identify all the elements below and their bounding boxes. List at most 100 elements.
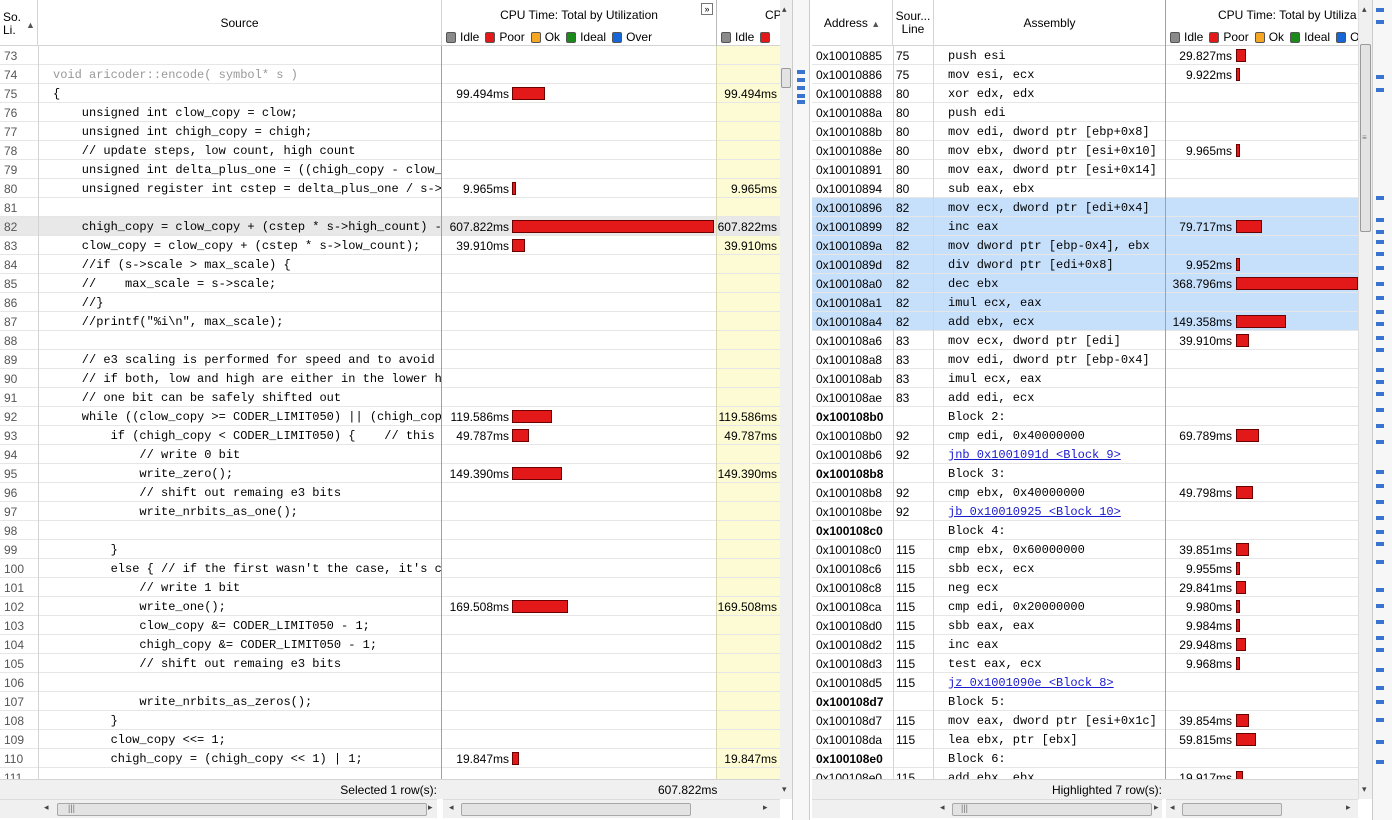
scroll-up-icon[interactable]: ▴ bbox=[1362, 4, 1367, 15]
line-column-header[interactable]: So. Li. ▲ bbox=[0, 0, 38, 46]
source-row[interactable]: 99 } bbox=[0, 540, 780, 559]
source-row[interactable]: 89 // e3 scaling is performed for speed … bbox=[0, 350, 780, 369]
scroll-right-icon[interactable]: ▸ bbox=[763, 802, 768, 813]
source-row[interactable]: 90 // if both, low and high are either i… bbox=[0, 369, 780, 388]
source-row[interactable]: 75 {99.494ms 99.494ms bbox=[0, 84, 780, 103]
assembly-hscrollbar[interactable]: ◂ ||| ▸ bbox=[812, 799, 1162, 818]
source-row[interactable]: 110 chigh_copy = (chigh_copy << 1) | 1; 1… bbox=[0, 749, 780, 768]
source-row[interactable]: 109 clow_copy <<= 1; bbox=[0, 730, 780, 749]
assembly-instruction: push edi bbox=[948, 106, 1006, 120]
assembly-instruction: neg ecx bbox=[948, 581, 999, 595]
cpu-hscrollbar[interactable]: ◂ ▸ bbox=[443, 799, 780, 818]
source-row[interactable]: 105 // shift out remaing e3 bits bbox=[0, 654, 780, 673]
source-line-column-header[interactable]: Sour... Line bbox=[893, 0, 934, 46]
jump-target-link[interactable]: jnb 0x1001091d <Block 9> bbox=[948, 448, 1121, 462]
source-row[interactable]: 87 //printf("%i\n", max_scale); bbox=[0, 312, 780, 331]
address-value: 0x100108ca bbox=[816, 600, 882, 614]
source-vscrollbar[interactable]: ▴ ▾ bbox=[780, 0, 792, 799]
source-row[interactable]: 107 write_nrbits_as_zeros(); bbox=[0, 692, 780, 711]
assembly-instruction: mov eax, dword ptr [esi+0x14] bbox=[948, 163, 1157, 177]
source-row[interactable]: 74 void aricoder::encode( symbol* s ) bbox=[0, 65, 780, 84]
source-row[interactable]: 77 unsigned int chigh_copy = chigh; bbox=[0, 122, 780, 141]
scroll-left-icon[interactable]: ◂ bbox=[449, 802, 454, 813]
jump-target-link[interactable]: jz 0x1001090e <Block 8> bbox=[948, 676, 1114, 690]
cpu-time-column-header[interactable]: CPU Time: Total by Utilization » Idle Poo… bbox=[442, 0, 717, 46]
source-row[interactable]: 104 chigh_copy &= CODER_LIMIT050 - 1; bbox=[0, 635, 780, 654]
assembly-overview-strip[interactable] bbox=[1372, 0, 1392, 820]
source-row[interactable]: 82 chigh_copy = clow_copy + (cstep * s->… bbox=[0, 217, 780, 236]
source-row[interactable]: 80 unsigned register int cstep = delta_p… bbox=[0, 179, 780, 198]
source-row[interactable]: 96 // shift out remaing e3 bits bbox=[0, 483, 780, 502]
address-value: 0x1001088a bbox=[816, 106, 883, 120]
assembly-vscroll-thumb[interactable]: ≡ bbox=[1360, 44, 1371, 232]
source-code: // shift out remaing e3 bits bbox=[53, 486, 342, 500]
source-row[interactable]: 101 // write 1 bit bbox=[0, 578, 780, 597]
legend-item-poor[interactable]: Poor bbox=[1209, 31, 1249, 44]
source-row[interactable]: 88 bbox=[0, 331, 780, 350]
source-row[interactable]: 78 // update steps, low count, high coun… bbox=[0, 141, 780, 160]
scroll-right-icon[interactable]: ▸ bbox=[1346, 802, 1351, 813]
legend-item-over[interactable]: Over bbox=[612, 31, 652, 44]
scroll-right-icon[interactable]: ▸ bbox=[428, 802, 433, 813]
legend-item-ideal[interactable]: Ideal bbox=[1290, 31, 1330, 44]
assembly-vscrollbar[interactable]: ▴ ≡ ▾ bbox=[1358, 0, 1372, 799]
cpu-time-bar bbox=[512, 429, 529, 442]
legend-item-ideal[interactable]: Ideal bbox=[566, 31, 606, 44]
source-row[interactable]: 91 // one bit can be safely shifted out bbox=[0, 388, 780, 407]
assembly-instruction: mov dword ptr [ebp-0x4], ebx bbox=[948, 239, 1150, 253]
assembly-column-header[interactable]: Assembly bbox=[934, 0, 1166, 46]
source-row[interactable]: 111 bbox=[0, 768, 780, 779]
source-row[interactable]: 106 bbox=[0, 673, 780, 692]
source-row[interactable]: 76 unsigned int clow_copy = clow; bbox=[0, 103, 780, 122]
source-row[interactable]: 79 unsigned int delta_plus_one = ((chigh… bbox=[0, 160, 780, 179]
line-number: 111 bbox=[4, 771, 23, 779]
legend-item-over[interactable]: Over bbox=[1336, 31, 1358, 44]
scroll-left-icon[interactable]: ◂ bbox=[44, 802, 49, 813]
source-row[interactable]: 73 bbox=[0, 46, 780, 65]
legend-item-idle[interactable]: Idle bbox=[1170, 31, 1203, 44]
assembly-hscroll-thumb[interactable]: ||| bbox=[952, 803, 1152, 816]
source-row[interactable]: 108 } bbox=[0, 711, 780, 730]
source-row[interactable]: 86 //} bbox=[0, 293, 780, 312]
source-row[interactable]: 85 // max_scale = s->scale; bbox=[0, 274, 780, 293]
scroll-right-icon[interactable]: ▸ bbox=[1154, 802, 1159, 813]
source-row[interactable]: 92 while ((clow_copy >= CODER_LIMIT050) … bbox=[0, 407, 780, 426]
source-row[interactable]: 95 write_zero(); 149.390ms 149.390ms bbox=[0, 464, 780, 483]
source-row[interactable]: 83 clow_copy = clow_copy + (cstep * s->l… bbox=[0, 236, 780, 255]
cpu-time-bar bbox=[512, 600, 569, 613]
source-hscroll-thumb[interactable]: ||| bbox=[57, 803, 427, 816]
source-row[interactable]: 93 if (chigh_copy < CODER_LIMIT050) { //… bbox=[0, 426, 780, 445]
source-column-header[interactable]: Source bbox=[38, 0, 442, 46]
legend-swatch bbox=[485, 32, 496, 43]
legend-item-poor[interactable]: Poor bbox=[485, 31, 525, 44]
asm-cpu-time-column-header[interactable]: CPU Time: Total by Utiliza Idle Poor Ok Ide… bbox=[1166, 0, 1358, 46]
source-row[interactable]: 102 write_one(); 169.508ms 169.508ms bbox=[0, 597, 780, 616]
source-hscrollbar[interactable]: ◂ ||| ▸ bbox=[0, 799, 437, 818]
scroll-left-icon[interactable]: ◂ bbox=[1170, 802, 1175, 813]
source-row[interactable]: 103 clow_copy &= CODER_LIMIT050 - 1; bbox=[0, 616, 780, 635]
source-row[interactable]: 81 bbox=[0, 198, 780, 217]
address-column-header[interactable]: Address ▲ bbox=[812, 0, 893, 46]
asm-cpu-hscroll-thumb[interactable] bbox=[1182, 803, 1282, 816]
legend-item-ok[interactable]: Ok bbox=[530, 31, 560, 44]
source-row[interactable]: 84 //if (s->scale > max_scale) { bbox=[0, 255, 780, 274]
cpu-time-bar bbox=[512, 220, 714, 233]
expand-columns-icon[interactable]: » bbox=[701, 3, 713, 15]
legend-item-ok[interactable]: Ok bbox=[1254, 31, 1284, 44]
address-value: 0x100108b6 bbox=[816, 448, 883, 462]
scroll-up-icon[interactable]: ▴ bbox=[782, 4, 787, 15]
source-row[interactable]: 100 else { // if the first wasn't the ca… bbox=[0, 559, 780, 578]
asm-cpu-hscrollbar[interactable]: ◂ ▸ bbox=[1166, 799, 1358, 818]
scroll-down-icon[interactable]: ▾ bbox=[1362, 784, 1367, 795]
cpu-time-column2-header[interactable]: CP Idle bbox=[717, 0, 780, 46]
legend-item-idle[interactable]: Idle bbox=[446, 31, 479, 44]
scroll-down-icon[interactable]: ▾ bbox=[782, 784, 787, 795]
cpu-hscroll-thumb[interactable] bbox=[461, 803, 691, 816]
source-row[interactable]: 98 bbox=[0, 521, 780, 540]
source-row[interactable]: 94 // write 0 bit bbox=[0, 445, 780, 464]
source-vscroll-thumb[interactable] bbox=[781, 68, 791, 88]
source-overview-strip[interactable] bbox=[792, 0, 810, 820]
jump-target-link[interactable]: jb 0x10010925 <Block 10> bbox=[948, 505, 1121, 519]
scroll-left-icon[interactable]: ◂ bbox=[940, 802, 945, 813]
source-row[interactable]: 97 write_nrbits_as_one(); bbox=[0, 502, 780, 521]
